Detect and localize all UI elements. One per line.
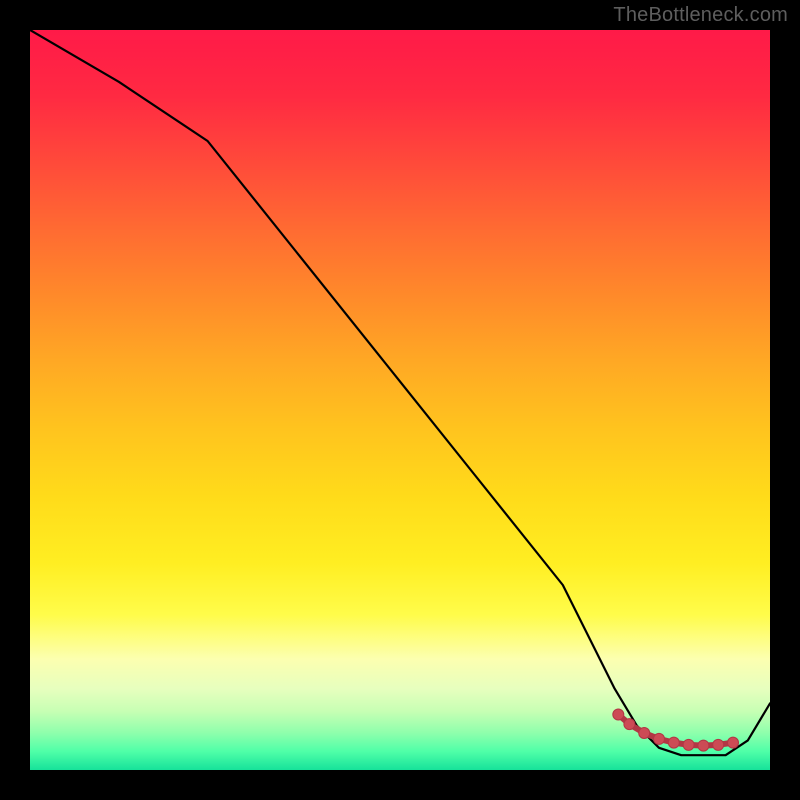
highlight-node bbox=[683, 739, 694, 750]
plot-area bbox=[30, 30, 770, 770]
highlight-node bbox=[624, 719, 635, 730]
highlight-node bbox=[728, 737, 739, 748]
highlight-node bbox=[613, 709, 624, 720]
watermark-text: TheBottleneck.com bbox=[613, 4, 788, 27]
highlight-node bbox=[639, 728, 650, 739]
chart-stage: TheBottleneck.com bbox=[0, 0, 800, 800]
highlight-node bbox=[654, 733, 665, 744]
chart-svg bbox=[30, 30, 770, 770]
bottleneck-curve bbox=[30, 30, 770, 755]
highlight-node bbox=[713, 739, 724, 750]
highlight-node bbox=[698, 740, 709, 751]
highlight-node bbox=[668, 737, 679, 748]
